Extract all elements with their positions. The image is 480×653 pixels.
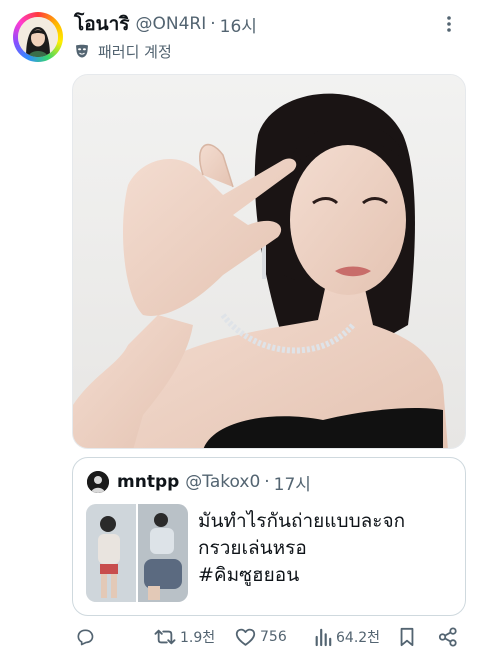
- user-handle[interactable]: @ON4RI: [135, 14, 206, 34]
- parody-label: 패러디 계정: [98, 42, 172, 61]
- tweet-header: โอนาริ @ON4RI · 16시: [74, 11, 460, 37]
- share-icon: [438, 627, 458, 647]
- quoted-handle: @Takox0: [185, 472, 261, 492]
- avatar-ring[interactable]: [13, 12, 63, 62]
- views-count: 64.2천: [336, 630, 381, 646]
- quoted-hashtag[interactable]: #คิมซูฮยอน: [198, 562, 458, 589]
- timestamp[interactable]: 16시: [220, 12, 257, 37]
- retweet-button[interactable]: 1.9천: [154, 624, 215, 650]
- avatar[interactable]: [18, 17, 58, 57]
- quoted-tweet[interactable]: mntpp @Takox0 · 17시 มันทำไรกันถ่ายแบบละจ…: [72, 457, 466, 616]
- parody-mask-icon: [74, 42, 92, 60]
- quoted-tweet-header: mntpp @Takox0 · 17시: [87, 470, 311, 495]
- quoted-media-thumbnail: [86, 504, 188, 602]
- bookmark-icon: [398, 627, 416, 647]
- more-icon[interactable]: [438, 13, 460, 35]
- retweet-icon: [154, 627, 176, 647]
- views-button[interactable]: 64.2천: [314, 624, 380, 650]
- share-button[interactable]: [438, 624, 458, 650]
- tweet-action-bar: 1.9천 756 64.2천: [72, 624, 466, 650]
- heart-icon: [235, 627, 256, 647]
- reply-icon: [75, 627, 95, 647]
- tweet-media-photo[interactable]: [72, 74, 466, 449]
- quoted-avatar: [87, 471, 109, 493]
- quoted-tweet-text: มันทำไรกันถ่ายแบบละจก กรวยเล่นหรอ #คิมซู…: [198, 508, 458, 589]
- like-count: 756: [260, 629, 287, 645]
- quoted-text-line: กรวยเล่นหรอ: [198, 537, 307, 559]
- retweet-count: 1.9천: [180, 630, 216, 646]
- separator-dot: ·: [210, 14, 216, 34]
- parody-account-label: 패러디 계정: [74, 40, 172, 62]
- quoted-timestamp: 17시: [273, 474, 311, 495]
- display-name[interactable]: โอนาริ: [74, 9, 129, 39]
- views-icon: [314, 627, 332, 647]
- bookmark-button[interactable]: [398, 624, 416, 650]
- quoted-separator-dot: ·: [264, 472, 270, 492]
- quoted-text-line: มันทำไรกันถ่ายแบบละจก: [198, 510, 406, 532]
- like-button[interactable]: 756: [235, 624, 287, 650]
- quoted-display-name: mntpp: [117, 472, 180, 492]
- reply-button[interactable]: [75, 624, 95, 650]
